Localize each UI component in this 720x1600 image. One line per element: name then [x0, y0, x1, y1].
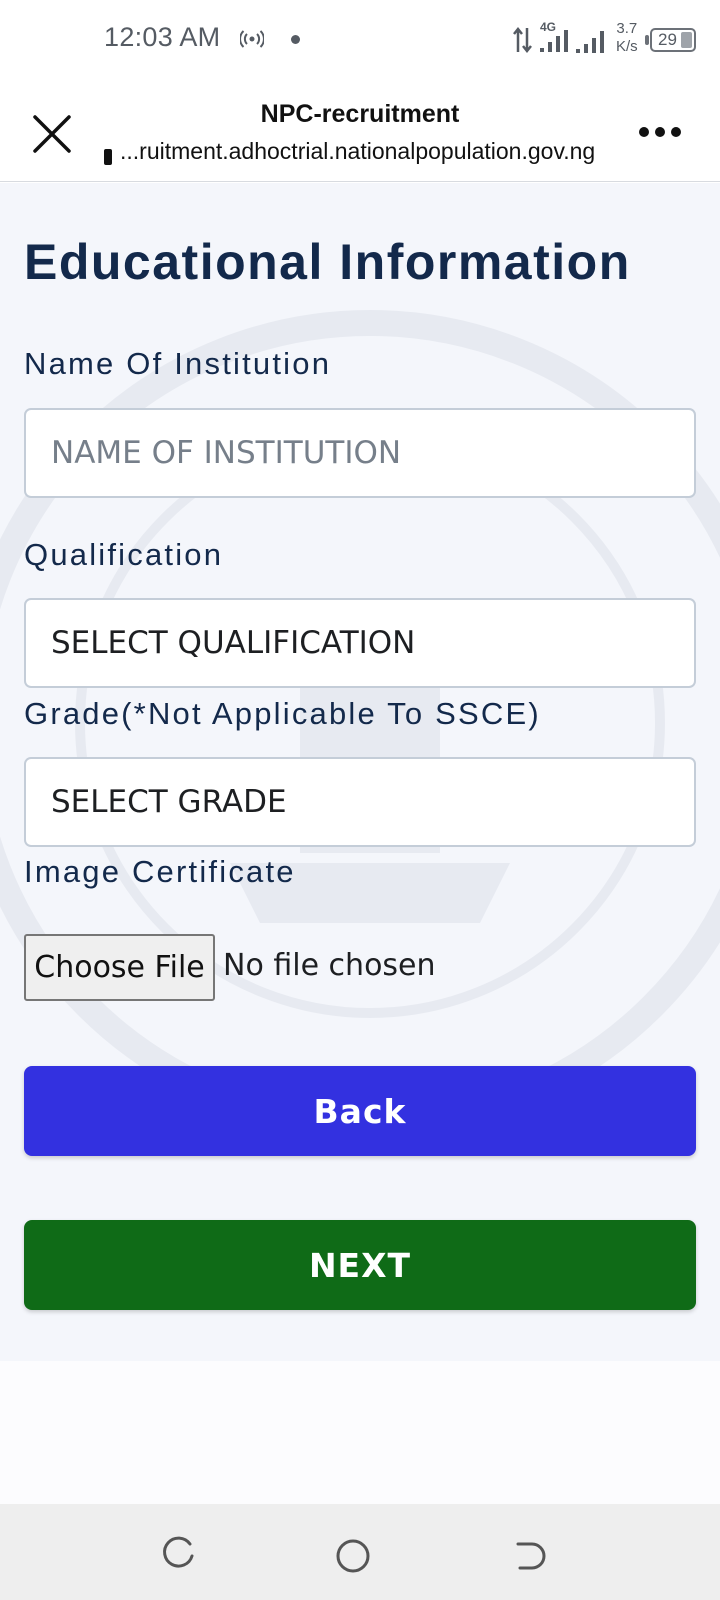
- file-status: No file chosen: [223, 948, 436, 983]
- certificate-label: Image Certificate: [24, 854, 296, 889]
- notification-dot-icon: [291, 35, 300, 44]
- signal-icon: [540, 30, 568, 52]
- signal-icon: [576, 31, 604, 53]
- grade-label: Grade(*Not Applicable To SSCE): [24, 696, 541, 731]
- institution-input[interactable]: NAME OF INSTITUTION: [24, 408, 696, 498]
- page-title: NPC-recruitment: [260, 100, 460, 128]
- speed-unit: K/s: [616, 38, 638, 55]
- page-url: ...ruitment.adhoctrial.nationalpopulatio…: [120, 138, 596, 164]
- next-button[interactable]: NEXT: [24, 1220, 696, 1310]
- navigation-bar: [0, 1504, 720, 1600]
- status-time: 12:03 AM: [104, 22, 221, 52]
- recent-apps-icon[interactable]: [160, 1536, 200, 1576]
- page-blank-area: [0, 1361, 720, 1504]
- more-icon: [639, 127, 649, 137]
- browser-header: NPC-recruitment ...ruitment.adhoctrial.n…: [0, 82, 720, 182]
- grade-select[interactable]: SELECT GRADE: [24, 757, 696, 847]
- qualification-label: Qualification: [24, 537, 224, 572]
- choose-file-button[interactable]: Choose File: [24, 934, 215, 1001]
- section-title: Educational Information: [24, 234, 631, 290]
- back-icon[interactable]: [508, 1536, 548, 1576]
- institution-label: Name Of Institution: [24, 346, 332, 381]
- more-options-button[interactable]: [632, 108, 688, 156]
- back-button[interactable]: Back: [24, 1066, 696, 1156]
- qualification-select[interactable]: SELECT QUALIFICATION: [24, 598, 696, 688]
- hotspot-icon: [240, 30, 264, 48]
- url-bar[interactable]: ...ruitment.adhoctrial.nationalpopulatio…: [104, 138, 616, 170]
- status-bar: 12:03 AM 4G 3.7 K/s 29: [0, 0, 720, 82]
- speed-value: 3.7: [616, 20, 638, 37]
- network-speed: 3.7 K/s: [616, 20, 638, 56]
- data-arrows-icon: [513, 26, 532, 54]
- more-icon-dot: [671, 127, 681, 137]
- lock-icon: [104, 149, 112, 165]
- more-icon-dot: [655, 127, 665, 137]
- form-container: Educational Information Name Of Institut…: [0, 183, 720, 1361]
- home-icon[interactable]: [333, 1536, 373, 1576]
- battery-level: 29: [658, 30, 677, 49]
- battery-icon: 29: [645, 28, 696, 52]
